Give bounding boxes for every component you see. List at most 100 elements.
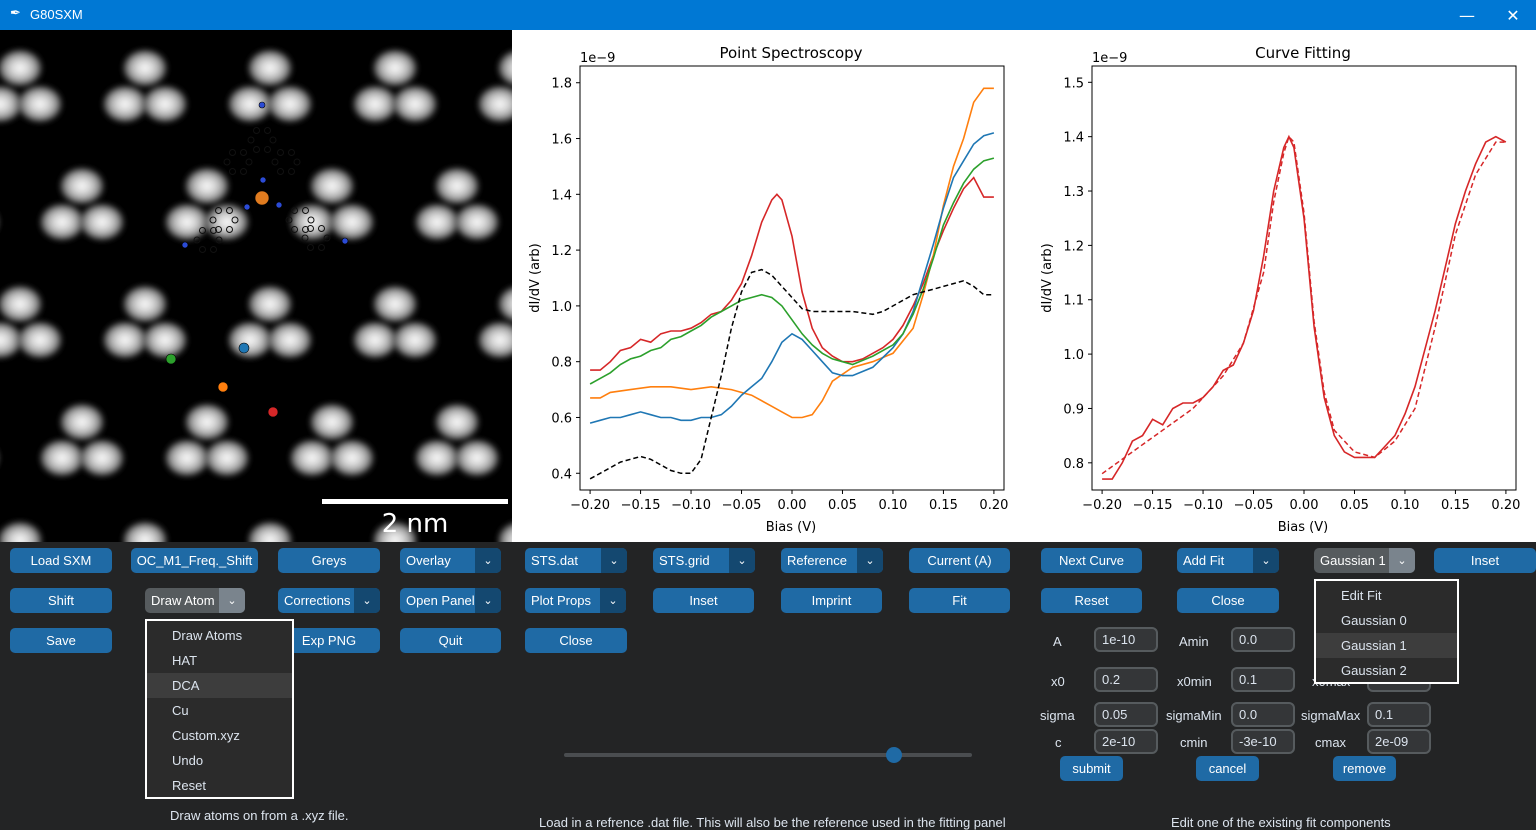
menu-item-undo[interactable]: Undo [147,748,292,773]
stm-image[interactable]: 2 nm [0,30,512,542]
close-button[interactable]: ✕ [1490,0,1536,30]
x-tick-label: −0.05 [722,498,762,513]
y-tick-label: 1.5 [1063,76,1084,91]
chevron-down-icon[interactable]: ⌄ [600,588,626,613]
menu-item-edit-fit[interactable]: Edit Fit [1316,583,1457,608]
slider-handle[interactable] [886,747,903,763]
inset-button[interactable]: Inset [653,588,754,613]
x-tick-label: 0.20 [1491,498,1520,513]
draw-atom-combo[interactable]: Draw Atom ⌄ [145,588,245,613]
A-field[interactable]: 1e-10 [1094,627,1158,652]
x0-field[interactable]: 0.2 [1094,667,1158,692]
c-field[interactable]: 2e-10 [1094,729,1158,754]
x0min-field[interactable]: 0.1 [1231,667,1295,692]
reference-combo[interactable]: Reference ⌄ [781,548,883,573]
channel-button[interactable]: OC_M1_Freq._Shift [131,548,258,573]
submit-button[interactable]: submit [1060,756,1123,781]
menu-item-dca[interactable]: DCA [147,673,292,698]
Amin-field[interactable]: 0.0 [1231,627,1295,652]
atom-marker[interactable] [243,203,251,211]
atom-marker [247,136,255,144]
close-fit-button[interactable]: Close [1177,588,1279,613]
atom-marker[interactable] [267,406,279,418]
molecule-lobe [328,202,376,242]
load-sxm-button[interactable]: Load SXM [10,548,112,573]
chevron-down-icon[interactable]: ⌄ [601,548,627,573]
close-button-panel[interactable]: Close [525,628,627,653]
inset-top-button[interactable]: Inset [1434,548,1536,573]
overlay-combo[interactable]: Overlay ⌄ [400,548,501,573]
molecule-lobe [496,521,512,542]
chevron-down-icon[interactable]: ⌄ [475,548,501,573]
atom-marker [210,246,217,254]
slider[interactable] [564,747,972,763]
atom-marker[interactable] [341,237,349,245]
menu-item-hat[interactable]: HAT [147,648,292,673]
sigma-field[interactable]: 0.05 [1094,702,1158,727]
cancel-button[interactable]: cancel [1196,756,1259,781]
sigmaMin-field[interactable]: 0.0 [1231,702,1295,727]
open-panel-combo-label: Open Panel [406,593,475,608]
imprint-button[interactable]: Imprint [781,588,882,613]
menu-item-gaussian-1[interactable]: Gaussian 1 [1316,633,1457,658]
y-tick-label: 0.9 [1063,402,1084,417]
gaussian-combo[interactable]: Gaussian 1 ⌄ [1314,548,1415,573]
chevron-down-icon[interactable]: ⌄ [857,548,883,573]
corrections-combo[interactable]: Corrections ⌄ [278,588,380,613]
menu-item-gaussian-2[interactable]: Gaussian 2 [1316,658,1457,683]
next-curve-button[interactable]: Next Curve [1041,548,1142,573]
menu-item-draw-atoms[interactable]: Draw Atoms [147,623,292,648]
sigmaMax-field[interactable]: 0.1 [1367,702,1431,727]
molecule-lobe [433,402,481,442]
reset-button[interactable]: Reset [1041,588,1142,613]
cmax-field[interactable]: 2e-09 [1367,729,1431,754]
y-tick-label: 1.0 [1063,348,1084,363]
atom-marker[interactable] [275,201,283,209]
molecule-lobe [496,49,512,87]
plot-props-combo[interactable]: Plot Props ⌄ [525,588,626,613]
molecule-lobe [121,520,169,542]
current-button[interactable]: Current (A) [909,548,1010,573]
atom-marker[interactable] [258,101,266,109]
open-panel-combo[interactable]: Open Panel ⌄ [400,588,501,613]
y-tick-label: 0.8 [551,356,572,371]
atom-marker[interactable] [238,342,250,354]
sts-dat-combo[interactable]: STS.dat ⌄ [525,548,627,573]
atom-marker[interactable] [165,353,177,365]
menu-item-gaussian-0[interactable]: Gaussian 0 [1316,608,1457,633]
add-fit-combo[interactable]: Add Fit ⌄ [1177,548,1279,573]
sts-chart: Point Spectroscopy 1e−9 Bias (V) dI/dV (… [528,44,1008,535]
atom-marker[interactable] [217,381,229,393]
atom-marker[interactable] [259,176,267,184]
chevron-down-icon[interactable]: ⌄ [729,548,755,573]
atom-marker [269,136,277,144]
save-button[interactable]: Save [10,628,112,653]
fit-button[interactable]: Fit [909,588,1010,613]
x-tick-label: −0.05 [1234,498,1274,513]
atom-marker[interactable] [254,190,270,206]
chevron-down-icon[interactable]: ⌄ [475,588,501,613]
y-tick-label: 1.2 [551,244,572,259]
x-tick-label: 0.10 [878,498,907,513]
chevron-down-icon[interactable]: ⌄ [354,588,380,613]
shift-button[interactable]: Shift [10,588,112,613]
remove-button[interactable]: remove [1333,756,1396,781]
quit-button[interactable]: Quit [400,628,501,653]
menu-item-cu[interactable]: Cu [147,698,292,723]
molecule-lobe [246,48,294,88]
menu-item-custom-xyz[interactable]: Custom.xyz [147,723,292,748]
chevron-down-icon[interactable]: ⌄ [1253,548,1279,573]
fit-plot-panel: Curve Fitting 1e−9 Bias (V) dI/dV (arb) … [1024,30,1536,542]
stm-canvas[interactable]: 2 nm [0,30,512,542]
menu-item-reset[interactable]: Reset [147,773,292,798]
sts-grid-combo[interactable]: STS.grid ⌄ [653,548,755,573]
y-tick-label: 1.2 [1063,239,1084,254]
scale-bar-label: 2 nm [382,509,449,539]
greys-button[interactable]: Greys [278,548,380,573]
cmin-field[interactable]: -3e-10 [1231,729,1295,754]
chevron-down-icon[interactable]: ⌄ [1389,548,1415,573]
chevron-down-icon[interactable]: ⌄ [219,588,245,613]
x-tick-label: −0.20 [1082,498,1122,513]
fit-title: Curve Fitting [1255,44,1351,62]
atom-marker[interactable] [181,241,189,249]
